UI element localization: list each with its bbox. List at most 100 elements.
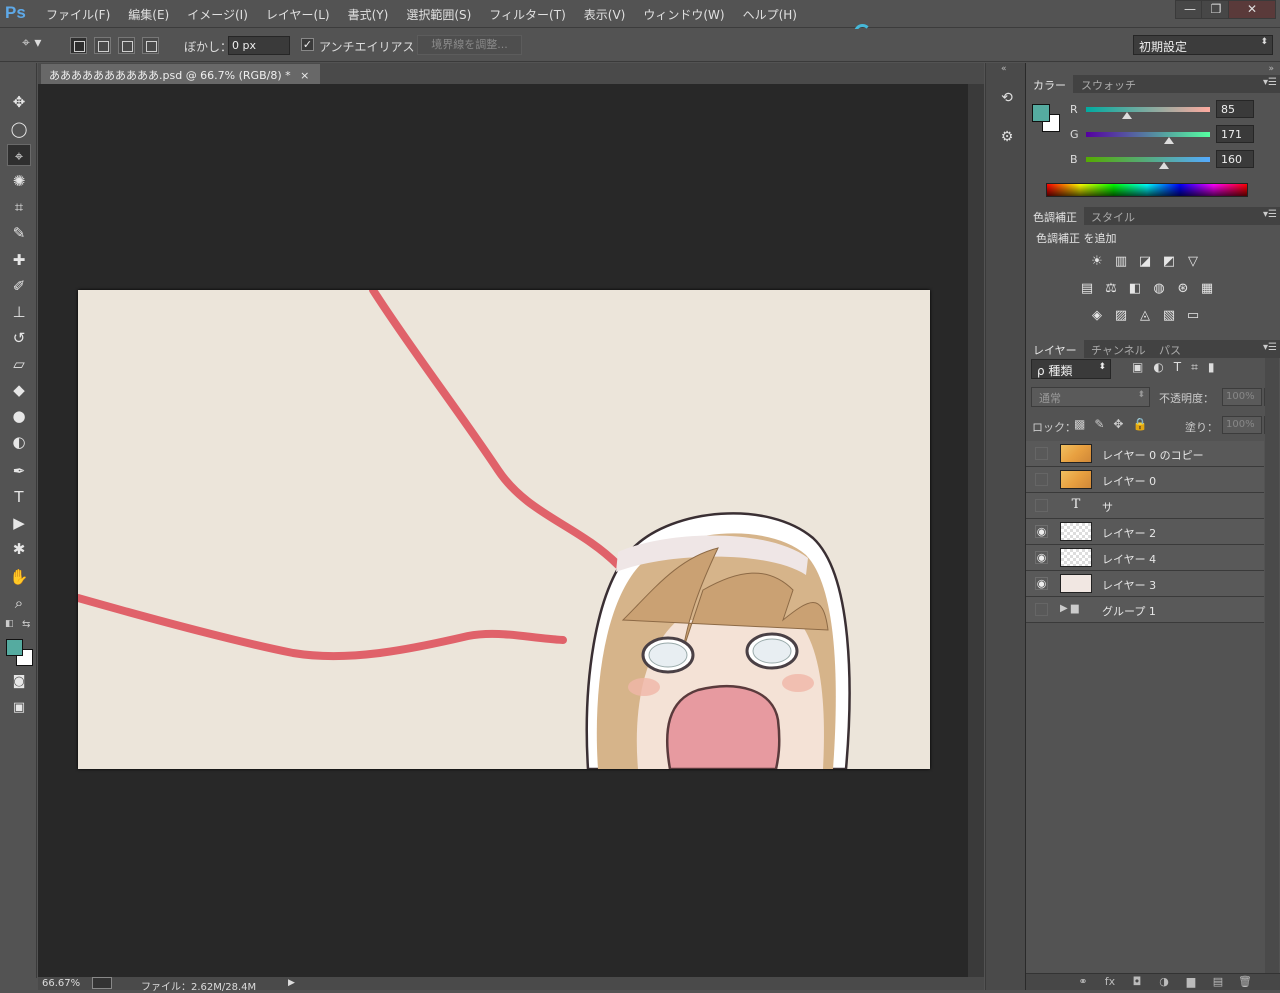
hue-saturation-icon[interactable]: ▤ [1078, 281, 1096, 297]
menu-item[interactable]: 選択範囲(S) [406, 6, 471, 23]
delete-layer-icon[interactable]: 🗑 [1237, 975, 1253, 989]
brightness-contrast-icon[interactable]: ☀ [1088, 254, 1106, 270]
channel-slider-thumb[interactable] [1164, 137, 1175, 144]
selective-color-icon[interactable]: ▧ [1160, 308, 1178, 324]
properties-panel-icon[interactable]: ⚙ [996, 126, 1018, 148]
menu-item[interactable]: フィルター(T) [489, 6, 565, 23]
panel-menu-icon[interactable]: ▾☰ [1263, 342, 1277, 353]
layer-filter-kind-icons[interactable]: ▣◐T⌗▮ [1132, 360, 1225, 375]
intersect-selection-icon[interactable] [142, 37, 159, 54]
color-panel-fg-swatch[interactable] [1032, 104, 1050, 122]
foreground-color-swatch[interactable] [6, 639, 23, 656]
collapse-arrows-icon[interactable]: « [1001, 64, 1007, 74]
link-layers-icon[interactable]: ⚭ [1075, 975, 1091, 989]
history-panel-icon[interactable]: ⟲ [996, 87, 1018, 109]
document-tab[interactable]: ああああああああああ.psd @ 66.7% (RGB/8) * × [41, 64, 320, 84]
quick-mask-icon[interactable]: ◙ [7, 671, 31, 693]
tab-layers[interactable]: レイヤー [1026, 340, 1084, 358]
pen-tool-icon[interactable]: ✒ [7, 460, 31, 482]
channel-mixer-icon[interactable]: ⊛ [1174, 281, 1192, 297]
menu-item[interactable]: 編集(E) [128, 6, 169, 23]
visibility-eye-icon[interactable] [1035, 473, 1048, 486]
tab-swatches[interactable]: スウォッチ [1074, 75, 1143, 93]
panel-menu-icon[interactable]: ▾☰ [1263, 77, 1277, 88]
hand-tool-icon[interactable]: ✋ [7, 566, 31, 588]
new-adjustment-layer-icon[interactable]: ◑ [1156, 975, 1172, 989]
tab-styles[interactable]: スタイル [1084, 207, 1142, 225]
invert-icon[interactable]: ◈ [1088, 308, 1106, 324]
clone-stamp-tool-icon[interactable]: ⊥ [7, 301, 31, 323]
move-tool-icon[interactable]: ✥ [7, 91, 31, 113]
brush-tool-icon[interactable]: ✐ [7, 275, 31, 297]
opacity-input[interactable]: 100% [1222, 388, 1262, 406]
visibility-eye-icon[interactable] [1035, 499, 1048, 512]
dodge-tool-icon[interactable]: ◐ [7, 431, 31, 453]
channel-value-input[interactable]: 85 [1216, 100, 1254, 118]
color-spectrum-ramp[interactable] [1046, 183, 1248, 197]
color-balance-icon[interactable]: ⚖ [1102, 281, 1120, 297]
layer-row[interactable]: レイヤー 0 のコピー [1026, 441, 1264, 467]
zoom-tool-icon[interactable]: ⌕ [7, 592, 31, 614]
status-menu-arrow-icon[interactable]: ▶ [288, 978, 295, 988]
channel-slider-thumb[interactable] [1158, 162, 1169, 169]
new-layer-icon[interactable]: ▤ [1210, 975, 1226, 989]
menu-item[interactable]: 書式(Y) [348, 6, 389, 23]
eyedropper-tool-icon[interactable]: ✎ [7, 222, 31, 244]
channel-slider-track[interactable] [1086, 107, 1210, 112]
channel-slider-track[interactable] [1086, 157, 1210, 162]
visibility-eye-icon[interactable] [1035, 447, 1048, 460]
tab-paths[interactable]: パス [1152, 340, 1188, 358]
tab-color[interactable]: カラー [1026, 75, 1073, 93]
screen-mode-icon[interactable]: ▣ [7, 697, 31, 719]
close-button[interactable]: ✕ [1228, 0, 1276, 19]
blend-mode-select[interactable]: 通常 ⬍ [1031, 387, 1150, 407]
magic-wand-tool-icon[interactable]: ✺ [7, 170, 31, 192]
layer-style-fx-icon[interactable]: fx [1102, 975, 1118, 989]
subtract-from-selection-icon[interactable] [118, 37, 135, 54]
layer-row[interactable]: ◉ レイヤー 2 [1026, 519, 1264, 545]
add-mask-icon[interactable]: ◘ [1129, 975, 1145, 989]
custom-shape-tool-icon[interactable]: ✱ [7, 538, 31, 560]
menu-item[interactable]: イメージ(I) [187, 6, 248, 23]
menu-item[interactable]: レイヤー(L) [266, 6, 330, 23]
restore-button[interactable]: ❐ [1201, 0, 1231, 19]
vibrance-icon[interactable]: ▽ [1184, 254, 1202, 270]
feather-input[interactable]: 0 px [228, 36, 290, 55]
curves-icon[interactable]: ◪ [1136, 254, 1154, 270]
history-brush-tool-icon[interactable]: ↺ [7, 327, 31, 349]
layer-row[interactable]: ▶ ▆ グループ 1 [1026, 597, 1264, 623]
layer-row[interactable]: ◉ レイヤー 4 [1026, 545, 1264, 571]
swap-colors-icon[interactable]: ⇆ [22, 619, 30, 630]
threshold-icon[interactable]: ◬ [1136, 308, 1154, 324]
vertical-scrollbar[interactable] [968, 84, 984, 977]
paint-bucket-tool-icon[interactable]: ◆ [7, 379, 31, 401]
crop-tool-icon[interactable]: ⌗ [7, 196, 31, 218]
new-selection-icon[interactable] [70, 37, 87, 54]
channel-value-input[interactable]: 171 [1216, 125, 1254, 143]
gradient-map-icon[interactable]: ▭ [1184, 308, 1202, 324]
eraser-tool-icon[interactable]: ▱ [7, 353, 31, 375]
panel-menu-icon[interactable]: ▾☰ [1263, 209, 1277, 220]
type-tool-icon[interactable]: T [7, 486, 31, 508]
photo-filter-icon[interactable]: ◍ [1150, 281, 1168, 297]
tab-adjustments[interactable]: 色調補正 [1026, 207, 1084, 225]
channel-slider-track[interactable] [1086, 132, 1210, 137]
polygonal-lasso-tool-icon[interactable]: ⌖ [7, 144, 31, 166]
black-white-icon[interactable]: ◧ [1126, 281, 1144, 297]
menu-item[interactable]: 表示(V) [584, 6, 626, 23]
antialias-checkbox[interactable]: ✓ [301, 38, 314, 51]
visibility-eye-icon[interactable]: ◉ [1035, 551, 1048, 564]
layers-scrollbar[interactable] [1265, 358, 1279, 973]
visibility-eye-icon[interactable] [1035, 603, 1048, 616]
menu-item[interactable]: ウィンドウ(W) [643, 6, 724, 23]
workspace-preset-select[interactable]: 初期設定 ⬍ [1133, 35, 1273, 55]
expand-arrows-icon[interactable]: » [1268, 64, 1274, 74]
channel-value-input[interactable]: 160 [1216, 150, 1254, 168]
close-tab-icon[interactable]: × [300, 69, 309, 82]
spot-healing-tool-icon[interactable]: ✚ [7, 249, 31, 271]
levels-icon[interactable]: ▥ [1112, 254, 1130, 270]
add-to-selection-icon[interactable] [94, 37, 111, 54]
color-lookup-icon[interactable]: ▦ [1198, 281, 1216, 297]
tool-preset-picker-icon[interactable]: ⌖ ▾ [22, 35, 56, 55]
zoom-level[interactable]: 66.67% [42, 978, 80, 989]
